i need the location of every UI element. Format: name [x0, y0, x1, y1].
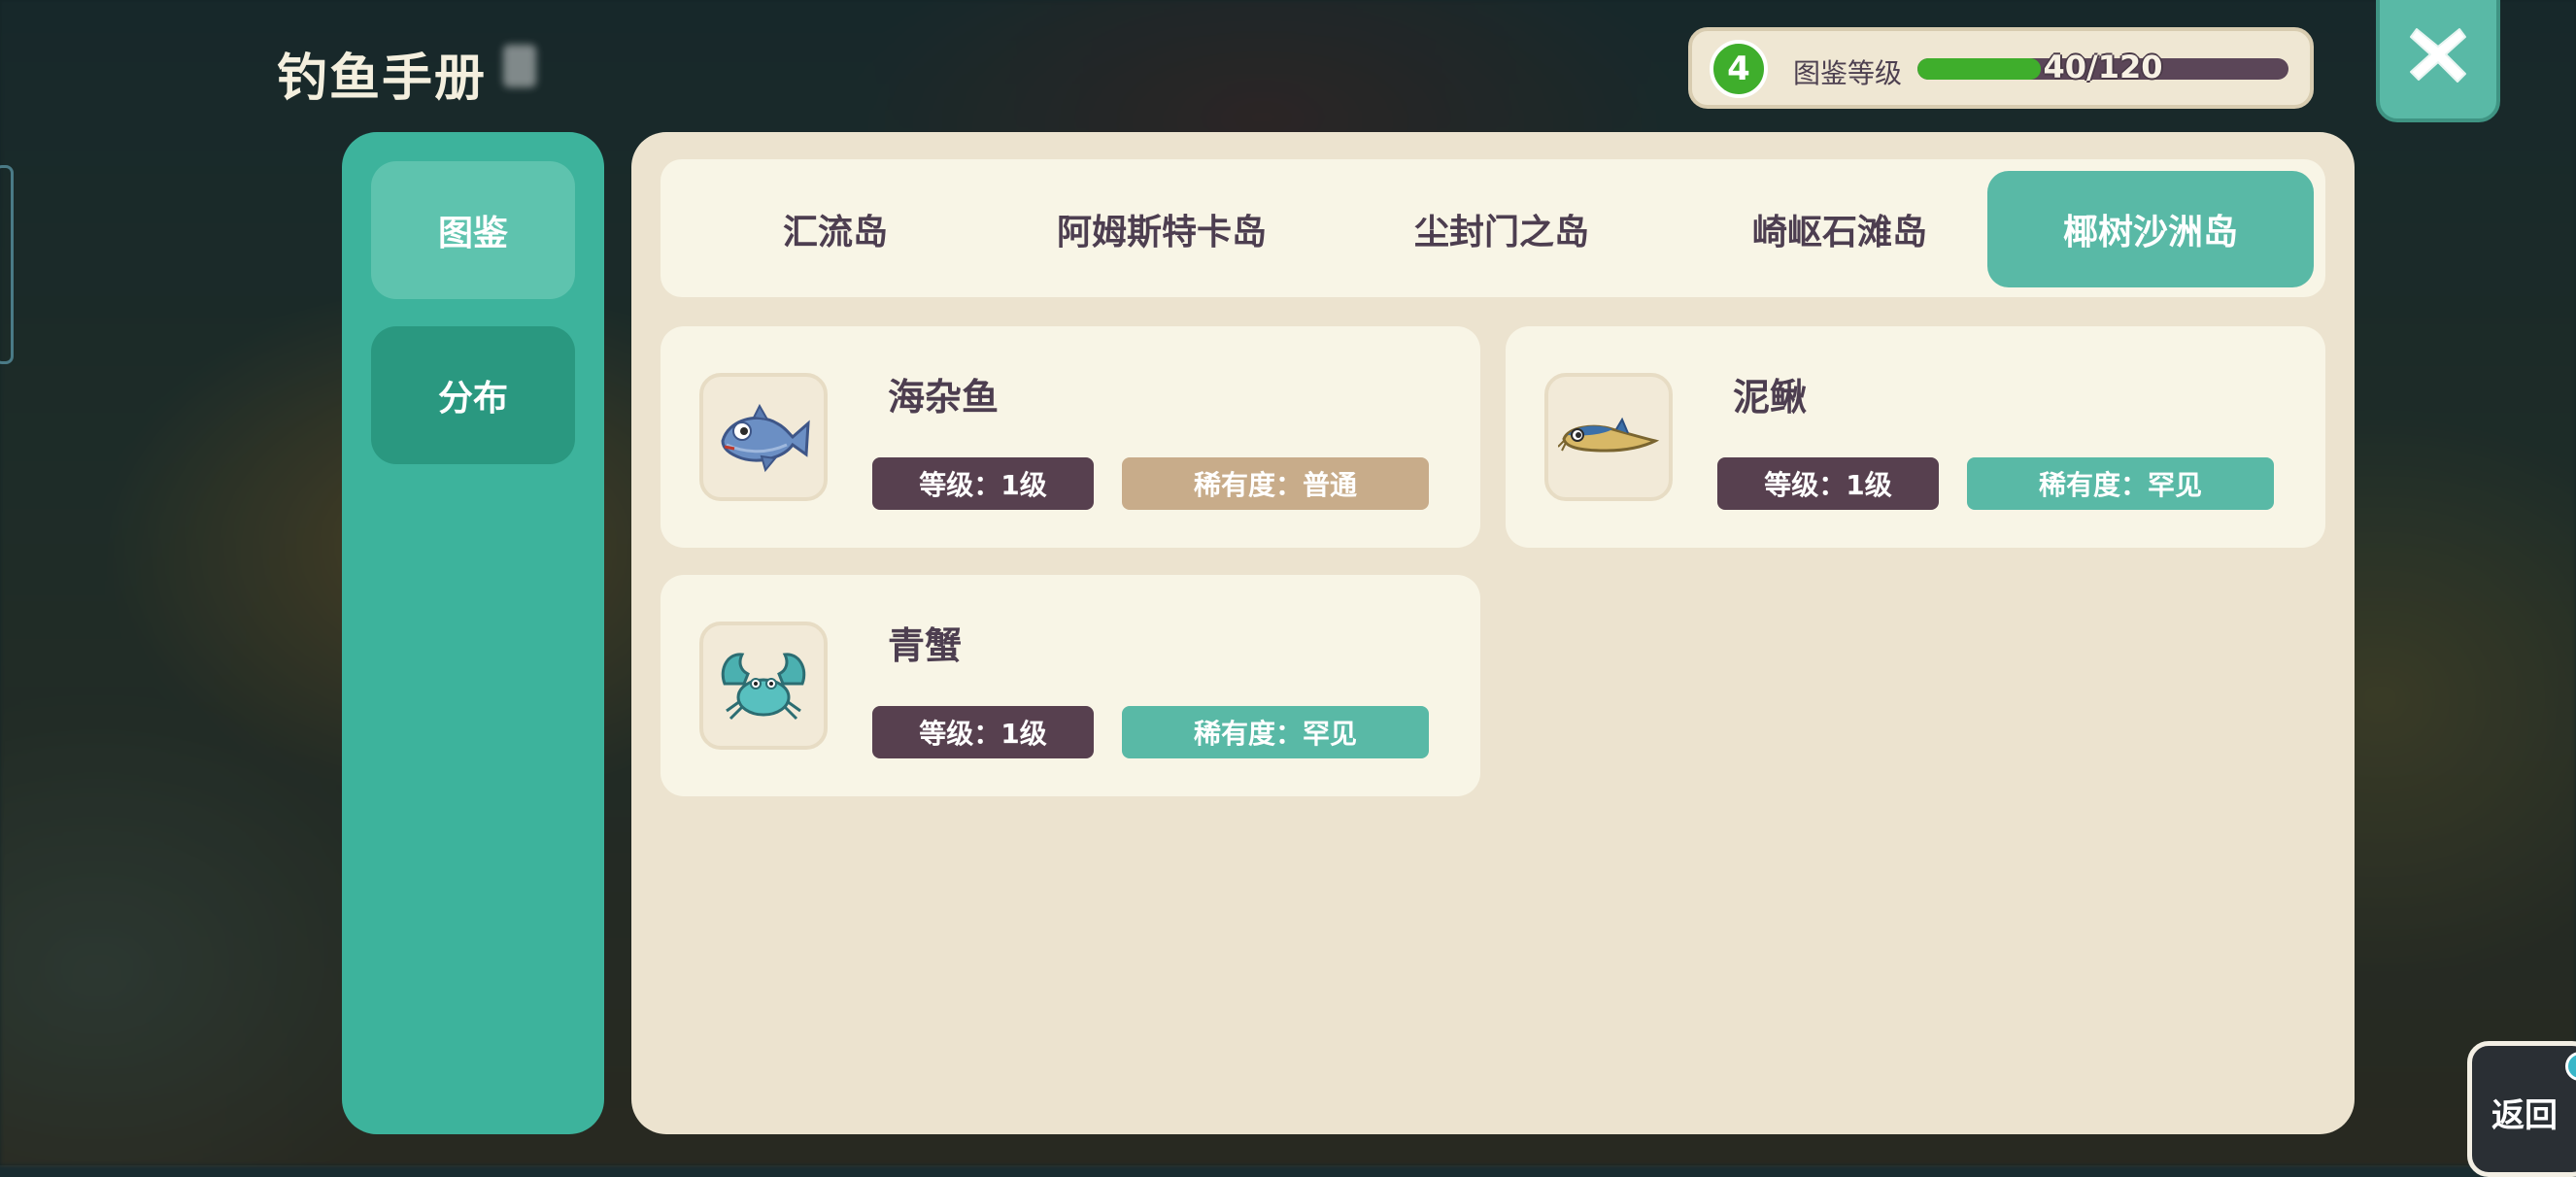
- sidebar-tab-distribution[interactable]: 分布: [371, 326, 575, 464]
- fish-rarity-tag: 稀有度：罕见: [1967, 457, 2274, 510]
- fish-card[interactable]: 海杂鱼 等级：1级 稀有度：普通: [661, 326, 1480, 548]
- sidebar: 图鉴 分布: [342, 132, 604, 1134]
- fish-icon-frame: [699, 622, 828, 750]
- fish-rarity-tag: 稀有度：罕见: [1122, 706, 1429, 758]
- crab-icon: [721, 653, 806, 721]
- island-tab-bar: 汇流岛 阿姆斯特卡岛 尘封门之岛 崎岖石滩岛 椰树沙洲岛: [661, 159, 2325, 297]
- level-badge: 4: [1710, 40, 1768, 98]
- close-icon: [2410, 28, 2466, 83]
- level-label: 图鉴等级: [1793, 57, 1903, 89]
- tab-rocky-beach-island[interactable]: 崎岖石滩岛: [1677, 171, 2003, 287]
- fish-icon-frame: [1544, 373, 1673, 501]
- loach-icon: [1558, 417, 1659, 453]
- collection-level-bar: 4 图鉴等级 40/120: [1688, 27, 2314, 109]
- left-edge-frame: [0, 165, 14, 364]
- fish-name: 海杂鱼: [888, 376, 1000, 419]
- tab-amsterka-island[interactable]: 阿姆斯特卡岛: [999, 171, 1325, 287]
- sidebar-tab-collection[interactable]: 图鉴: [371, 161, 575, 299]
- tab-dust-gate-island[interactable]: 尘封门之岛: [1339, 171, 1665, 287]
- fish-rarity-tag: 稀有度：普通: [1122, 457, 1429, 510]
- notification-dot: [2565, 1052, 2576, 1081]
- title-decoration: [503, 45, 536, 87]
- tab-confluence-island[interactable]: 汇流岛: [672, 171, 999, 287]
- fish-icon-frame: [699, 373, 828, 501]
- fish-name: 泥鳅: [1733, 376, 1808, 419]
- back-label: 返回: [2491, 1096, 2558, 1135]
- main-panel: 汇流岛 阿姆斯特卡岛 尘封门之岛 崎岖石滩岛 椰树沙洲岛 海杂鱼 等级：1级 稀…: [631, 132, 2355, 1134]
- page-title: 钓鱼手册: [277, 50, 488, 108]
- fish-level-tag: 等级：1级: [872, 457, 1094, 510]
- fish-name: 青蟹: [888, 624, 963, 667]
- fish-level-tag: 等级：1级: [872, 706, 1094, 758]
- fish-card[interactable]: 泥鳅 等级：1级 稀有度：罕见: [1506, 326, 2325, 548]
- fish-card[interactable]: 青蟹 等级：1级 稀有度：罕见: [661, 575, 1480, 796]
- fish-level-tag: 等级：1级: [1717, 457, 1939, 510]
- close-button[interactable]: [2376, 0, 2500, 122]
- fish-icon: [721, 403, 810, 473]
- tab-palm-sandbar-island[interactable]: 椰树沙洲岛: [1987, 171, 2314, 287]
- back-button[interactable]: 返回: [2467, 1041, 2576, 1177]
- progress-text: 40/120: [2043, 49, 2163, 85]
